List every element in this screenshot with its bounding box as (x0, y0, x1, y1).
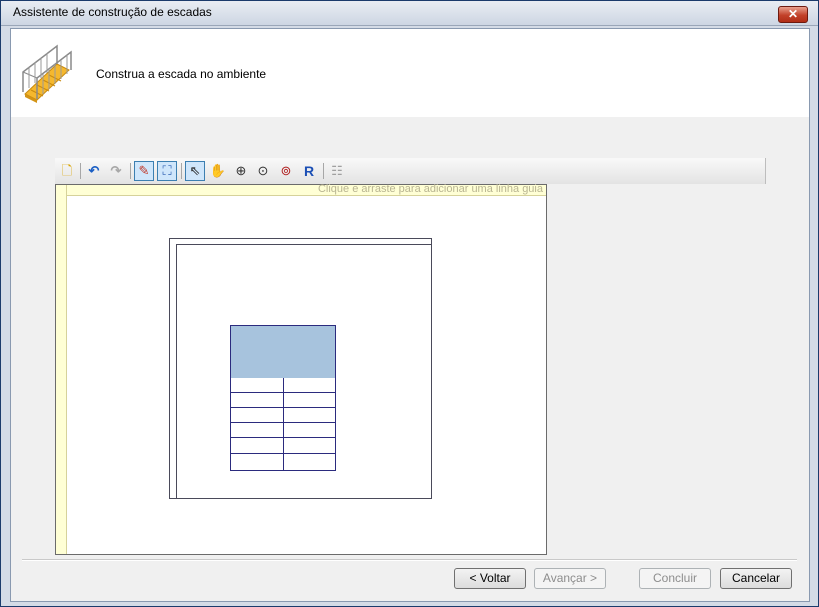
wizard-client-area: Construa a escada no ambiente 🗋 ↶ ↷ ✎ ⛶ … (10, 28, 810, 602)
drawing-canvas[interactable]: Clique e arraste para adicionar uma linh… (55, 183, 547, 555)
staircase-icon (22, 44, 72, 103)
zoom-in-out-icon[interactable]: ⊕ (231, 161, 251, 181)
horizontal-ruler[interactable]: Clique e arraste para adicionar uma linh… (56, 183, 546, 196)
toolbar-separator (130, 163, 131, 179)
zoom-window-icon[interactable]: ⊙ (253, 161, 273, 181)
select-pointer-icon[interactable]: ⇖ (185, 161, 205, 181)
wizard-instruction: Construa a escada no ambiente (96, 67, 267, 81)
next-button[interactable]: Avançar > (534, 568, 606, 589)
footer-divider (22, 559, 797, 561)
stair-step (231, 437, 335, 438)
close-button[interactable]: ✕ (778, 6, 808, 23)
toolbar-separator (80, 163, 81, 179)
guide-line-hint: Clique e arraste para adicionar uma linh… (317, 183, 543, 195)
stair-step (231, 453, 335, 454)
draw-wall-icon[interactable]: ✎ (134, 161, 154, 181)
stair-landing[interactable] (230, 325, 336, 379)
finish-button[interactable]: Concluir (639, 568, 711, 589)
undo-icon[interactable]: ↶ (84, 161, 104, 181)
wizard-header: Construa a escada no ambiente (11, 29, 809, 117)
window-title: Assistente de construção de escadas (13, 5, 212, 19)
draw-stair-icon[interactable]: ⛶ (157, 161, 177, 181)
title-bar: Assistente de construção de escadas ✕ (1, 1, 818, 26)
pan-hand-icon[interactable]: ✋ (208, 161, 228, 181)
stair-step (231, 422, 335, 423)
redo-icon[interactable]: ↷ (106, 161, 126, 181)
vertical-ruler[interactable] (56, 185, 67, 554)
drawing-toolbar: 🗋 ↶ ↷ ✎ ⛶ ⇖ ✋ ⊕ ⊙ ⊚ R ☷ (55, 158, 766, 184)
toolbar-separator (181, 163, 182, 179)
stair-flight[interactable] (230, 378, 336, 471)
back-button[interactable]: < Voltar (454, 568, 526, 589)
stair-wizard-window: Assistente de construção de escadas ✕ Co… (0, 0, 819, 607)
stair-step (231, 392, 335, 393)
properties-icon[interactable]: ☷ (327, 161, 347, 181)
cancel-button[interactable]: Cancelar (720, 568, 792, 589)
toolbar-separator (323, 163, 324, 179)
new-icon[interactable]: 🗋 (57, 161, 77, 181)
stair-step (231, 407, 335, 408)
redraw-icon[interactable]: R (299, 161, 319, 181)
zoom-extents-icon[interactable]: ⊚ (276, 161, 296, 181)
